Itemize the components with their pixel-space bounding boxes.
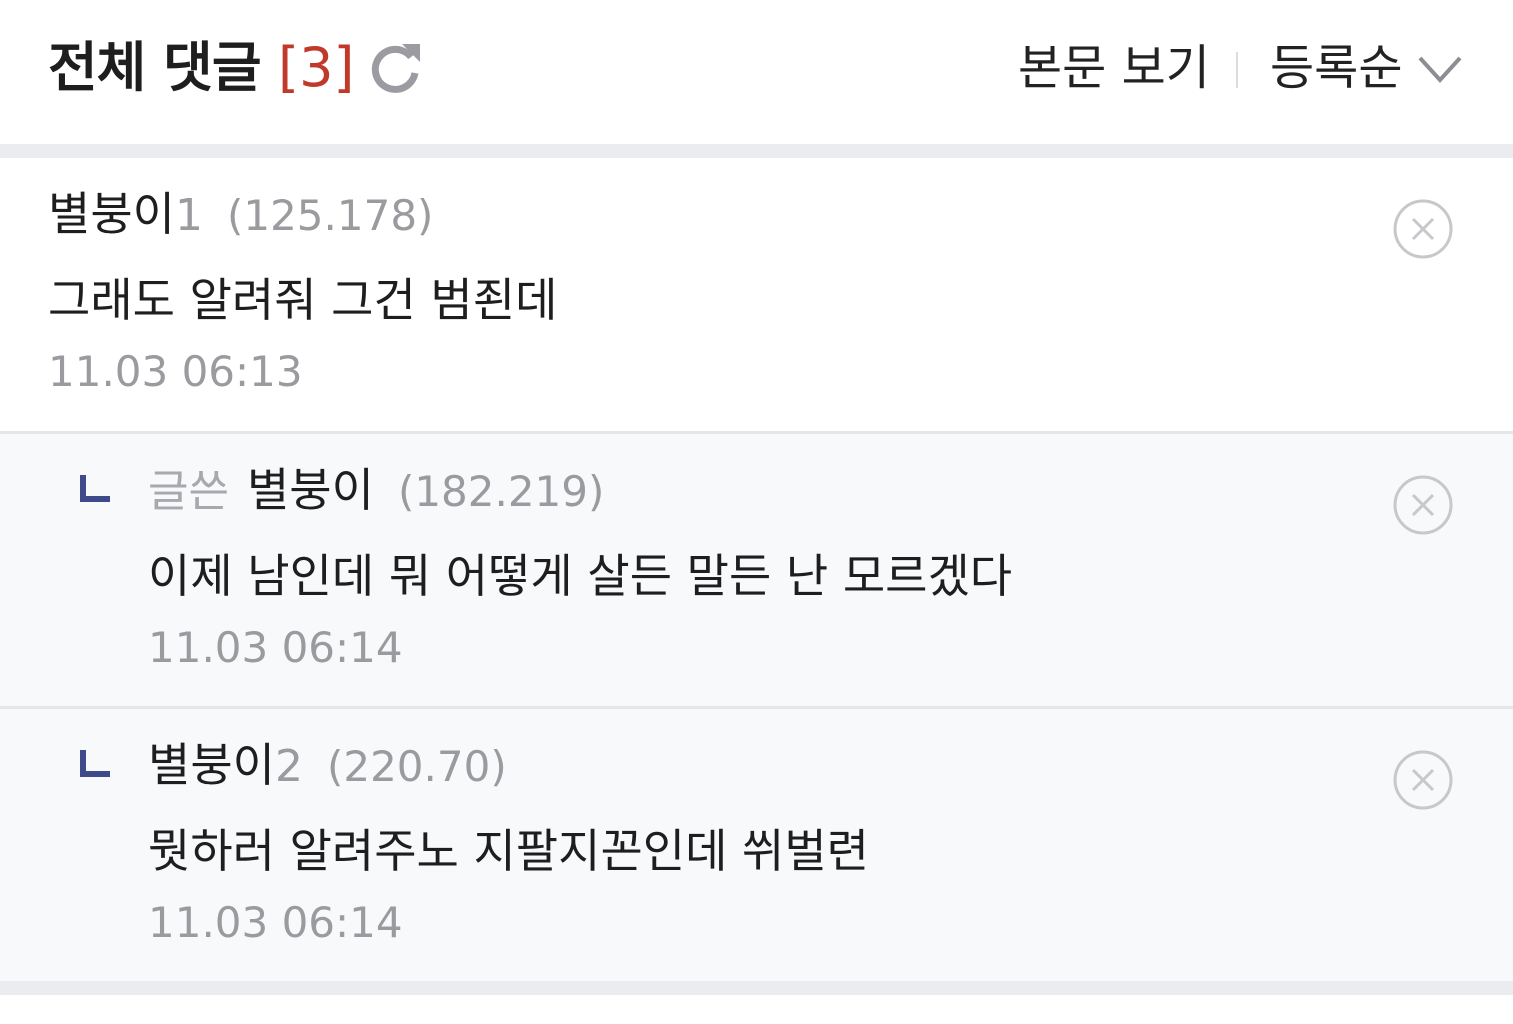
comment-time: 11.03 06:13	[48, 347, 303, 396]
delete-reply-icon[interactable]	[1392, 474, 1454, 536]
reply-meta: 글쓴 별붕이 (182.219)	[148, 462, 604, 529]
comment-author[interactable]: 별붕이	[48, 187, 175, 241]
reply-text: 뭣하러 알려주노 지팔지꼰인데 쒸벌련	[148, 824, 869, 878]
bottom-separator	[0, 981, 1513, 995]
sort-label: 등록순	[1270, 40, 1403, 96]
comments-header: 전체 댓글 [3] 본문 보기 등록순	[0, 0, 1513, 144]
reply-author[interactable]: 별붕이	[148, 738, 275, 792]
writer-tag: 글쓴	[148, 466, 229, 517]
reply-ip: (220.70)	[326, 742, 507, 791]
comment-count: [3]	[278, 36, 355, 99]
header-separator	[0, 144, 1513, 158]
reply-time: 11.03 06:14	[148, 623, 403, 672]
delete-comment-icon[interactable]	[1392, 198, 1454, 260]
reply-time: 11.03 06:14	[148, 898, 403, 947]
comments-title: 전체 댓글	[48, 36, 262, 99]
reply-arrow-icon	[80, 750, 110, 777]
header-divider	[1236, 52, 1238, 88]
view-body-button[interactable]: 본문 보기	[1018, 38, 1210, 98]
delete-reply-icon[interactable]	[1392, 749, 1454, 811]
reply-author[interactable]: 별붕이	[247, 463, 374, 517]
reply-ip: (182.219)	[397, 467, 605, 516]
comment-ip: (125.178)	[226, 191, 434, 240]
chevron-down-icon	[1418, 56, 1462, 83]
comment-meta: 별붕이1 (125.178)	[48, 186, 433, 253]
reply-item: 글쓴 별붕이 (182.219) 이제 남인데 뭐 어떻게 살든 말든 난 모르겠다…	[0, 434, 1513, 706]
refresh-icon[interactable]	[366, 40, 424, 98]
reply-arrow-icon	[80, 475, 110, 502]
reply-author-suffix: 2	[274, 741, 303, 792]
reply-text: 이제 남인데 뭐 어떻게 살든 말든 난 모르겠다	[148, 549, 1013, 603]
comment-author-suffix: 1	[174, 190, 203, 241]
comment-text: 그래도 알려줘 그건 범죈데	[48, 273, 558, 327]
comment-item: 별붕이1 (125.178) 그래도 알려줘 그건 범죈데 11.03 06:13	[0, 158, 1513, 431]
reply-item: 별붕이2 (220.70) 뭣하러 알려주노 지팔지꼰인데 쒸벌련 11.03 0…	[0, 709, 1513, 981]
reply-meta: 별붕이2 (220.70)	[148, 737, 507, 804]
